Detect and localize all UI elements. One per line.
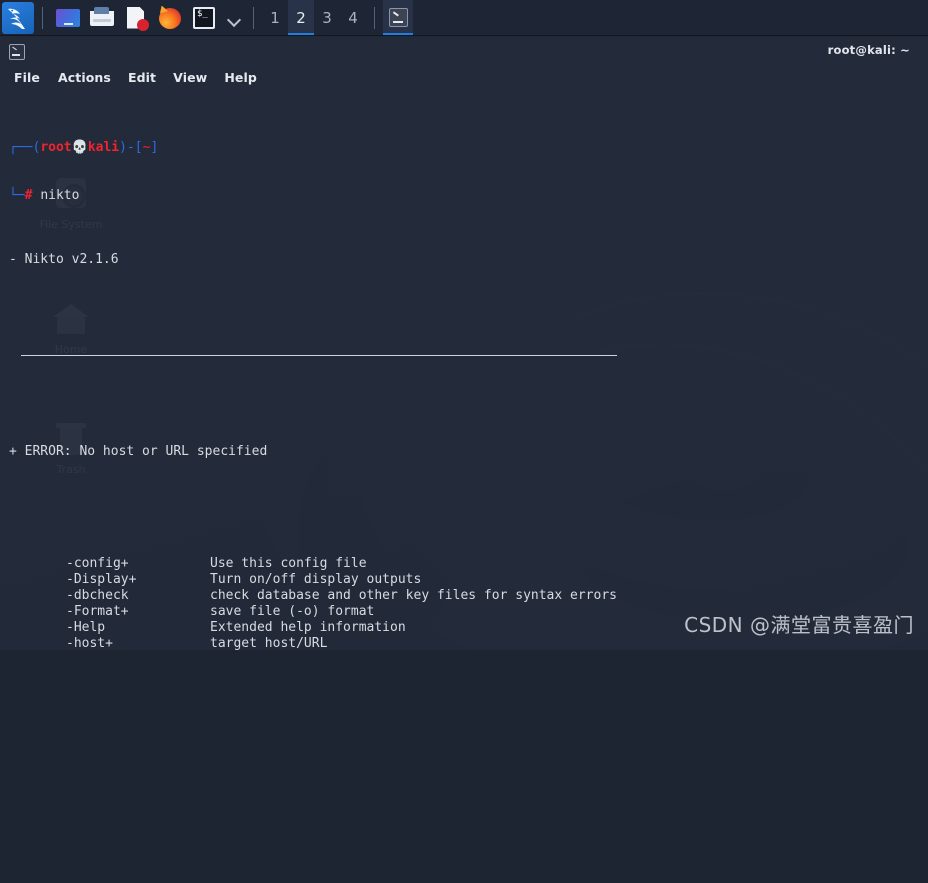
taskbar-empty-area — [413, 0, 928, 35]
workspace-label: 3 — [322, 9, 332, 27]
menu-view[interactable]: View — [165, 68, 216, 88]
nikto-error-line: + ERROR: No host or URL specified — [9, 444, 928, 460]
shell-prompt-line: ┌──(root💀kali)-[~] — [9, 140, 928, 156]
option-description: Extended help information — [210, 620, 406, 635]
option-flag: -host+ — [66, 636, 210, 650]
task-terminal[interactable] — [383, 0, 413, 35]
workspace-2[interactable]: 2 — [288, 0, 314, 35]
task-list — [383, 0, 413, 35]
option-description: Use this config file — [210, 556, 367, 571]
shell-command-line: └─# nikto — [9, 188, 928, 204]
window-title: root@kali: ~ — [828, 43, 910, 57]
prompt-close: ] — [150, 140, 158, 155]
watermark: CSDN @满堂富贵喜盈门 — [684, 609, 914, 638]
nikto-version-line: - Nikto v2.1.6 — [9, 252, 928, 268]
menu-actions[interactable]: Actions — [50, 68, 120, 88]
workspace-4[interactable]: 4 — [340, 0, 366, 35]
file-manager-icon[interactable] — [88, 4, 116, 32]
typed-command: nikto — [40, 188, 79, 203]
display-settings-icon[interactable] — [54, 4, 82, 32]
firefox-icon[interactable] — [156, 4, 184, 32]
chevron-down-icon[interactable] — [225, 4, 243, 32]
text-editor-icon[interactable] — [122, 4, 150, 32]
option-description: Turn on/off display outputs — [210, 572, 421, 587]
taskbar-divider — [42, 7, 43, 29]
option-description: save file (-o) format — [210, 604, 374, 619]
option-description: check database and other key files for s… — [210, 588, 617, 603]
prompt-hash: # — [25, 188, 33, 203]
kali-menu-icon[interactable] — [2, 2, 34, 34]
terminal-icon[interactable]: $_ — [190, 4, 218, 32]
skull-icon: 💀 — [72, 140, 88, 155]
terminal-window: root@kali: ~ File Actions Edit View Help… — [0, 37, 928, 650]
output-divider — [9, 348, 928, 364]
workspace-label: 4 — [348, 9, 358, 27]
taskbar: $_ 1 2 3 4 — [0, 0, 928, 36]
workspace-label: 1 — [270, 9, 280, 27]
nikto-option-row: -Display+Turn on/off display outputs — [9, 572, 928, 588]
prompt-box-top: ┌──( — [9, 140, 40, 155]
nikto-option-row: -host+target host/URL — [9, 636, 928, 650]
nikto-option-row: -config+Use this config file — [9, 556, 928, 572]
taskbar-divider — [253, 7, 254, 29]
terminal-icon — [389, 8, 408, 27]
menu-edit[interactable]: Edit — [120, 68, 165, 88]
workspace-label: 2 — [296, 9, 306, 27]
terminal-icon — [9, 44, 25, 60]
prompt-host: kali — [88, 140, 119, 155]
terminal-titlebar[interactable]: root@kali: ~ — [0, 37, 928, 66]
option-flag: -dbcheck — [66, 588, 210, 604]
menu-help[interactable]: Help — [216, 68, 266, 88]
menu-file[interactable]: File — [14, 68, 50, 88]
prompt-mid: )-[ — [119, 140, 142, 155]
prompt-user: root — [40, 140, 71, 155]
terminal-output[interactable]: ┌──(root💀kali)-[~] └─# nikto - Nikto v2.… — [0, 90, 928, 650]
prompt-box-bottom: └─ — [9, 188, 25, 203]
nikto-option-row: -dbcheckcheck database and other key fil… — [9, 588, 928, 604]
option-flag: -config+ — [66, 556, 210, 572]
workspace-3[interactable]: 3 — [314, 0, 340, 35]
option-flag: -Help — [66, 620, 210, 636]
option-flag: -Format+ — [66, 604, 210, 620]
menu-bar: File Actions Edit View Help — [0, 66, 928, 90]
taskbar-divider — [374, 7, 375, 29]
terminal-glyph: $_ — [197, 10, 208, 19]
option-flag: -Display+ — [66, 572, 210, 588]
option-description: target host/URL — [210, 636, 327, 650]
workspace-1[interactable]: 1 — [262, 0, 288, 35]
